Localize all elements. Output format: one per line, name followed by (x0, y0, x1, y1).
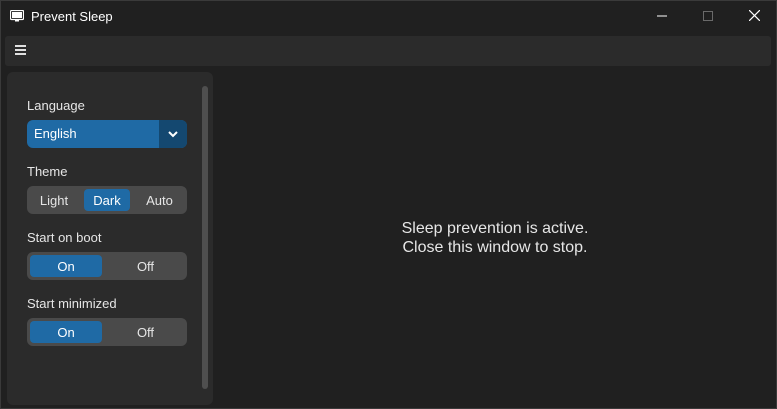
theme-option-dark[interactable]: Dark (84, 189, 130, 211)
title-bar[interactable]: Prevent Sleep (1, 1, 776, 32)
start-minimized-off[interactable]: Off (107, 321, 184, 343)
maximize-button[interactable] (685, 1, 731, 32)
settings-sidebar: Language English Theme Light Dark Auto S… (7, 72, 213, 405)
start-on-boot-label: Start on boot (27, 230, 102, 245)
theme-label: Theme (27, 164, 68, 179)
app-window: Prevent Sleep Language English Theme Lig… (0, 0, 777, 409)
main-content: Sleep prevention is active. Close this w… (215, 72, 775, 405)
theme-option-light[interactable]: Light (30, 189, 78, 211)
start-minimized-label: Start minimized (27, 296, 117, 311)
close-button[interactable] (731, 1, 777, 32)
monitor-icon (9, 9, 25, 22)
theme-option-auto[interactable]: Auto (135, 189, 184, 211)
language-select[interactable]: English (27, 120, 187, 148)
start-minimized-segmented-control: On Off (27, 318, 187, 346)
status-line-1: Sleep prevention is active. (401, 220, 589, 237)
start-on-boot-segmented-control: On Off (27, 252, 187, 280)
language-value: English (34, 126, 77, 141)
status-line-2: Close this window to stop. (402, 239, 588, 256)
start-on-boot-on[interactable]: On (30, 255, 102, 277)
theme-segmented-control: Light Dark Auto (27, 186, 187, 214)
language-label: Language (27, 98, 85, 113)
hamburger-menu-icon[interactable] (15, 45, 27, 57)
minimize-button[interactable] (639, 1, 685, 32)
close-icon (748, 8, 760, 26)
menu-bar (5, 36, 771, 66)
chevron-down-icon[interactable] (159, 120, 187, 148)
start-on-boot-off[interactable]: Off (107, 255, 184, 277)
minimize-icon (657, 8, 667, 26)
maximize-icon (703, 8, 713, 26)
sidebar-scrollbar[interactable] (202, 86, 208, 389)
status-message: Sleep prevention is active. Close this w… (215, 219, 775, 257)
start-minimized-on[interactable]: On (30, 321, 102, 343)
window-title: Prevent Sleep (31, 9, 113, 24)
